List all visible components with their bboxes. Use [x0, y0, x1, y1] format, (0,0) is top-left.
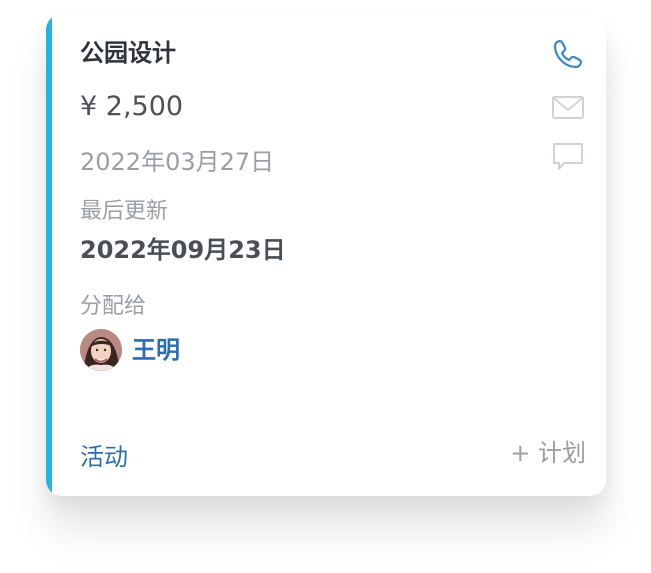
avatar[interactable]: [80, 329, 122, 371]
assignee[interactable]: 王明: [80, 328, 180, 372]
mail-icon: [550, 89, 586, 125]
card-accent-bar: [46, 14, 52, 496]
opportunity-card[interactable]: 公园设计 ¥ 2,500 2022年03月27日 最后更新 2022年09月23…: [46, 14, 606, 496]
comment-icon: [550, 138, 586, 174]
activity-link[interactable]: 活动: [80, 440, 128, 474]
add-plan-button[interactable]: + 计划: [510, 436, 586, 470]
card-content: 公园设计 ¥ 2,500 2022年03月27日 最后更新 2022年09月23…: [80, 14, 586, 496]
assignee-name[interactable]: 王明: [132, 333, 180, 367]
phone-button[interactable]: [550, 36, 586, 72]
opportunity-card-wrapper: 公园设计 ¥ 2,500 2022年03月27日 最后更新 2022年09月23…: [46, 14, 606, 496]
comment-button[interactable]: [550, 138, 586, 174]
last-updated-value: 2022年09月23日: [80, 236, 286, 264]
last-updated-label: 最后更新: [80, 199, 169, 224]
assigned-to-label: 分配给: [80, 294, 147, 319]
phone-icon: [550, 36, 586, 72]
deal-amount: ¥ 2,500: [80, 91, 184, 122]
email-button[interactable]: [550, 89, 586, 125]
card-title: 公园设计: [80, 39, 176, 67]
deal-date: 2022年03月27日: [80, 148, 275, 176]
